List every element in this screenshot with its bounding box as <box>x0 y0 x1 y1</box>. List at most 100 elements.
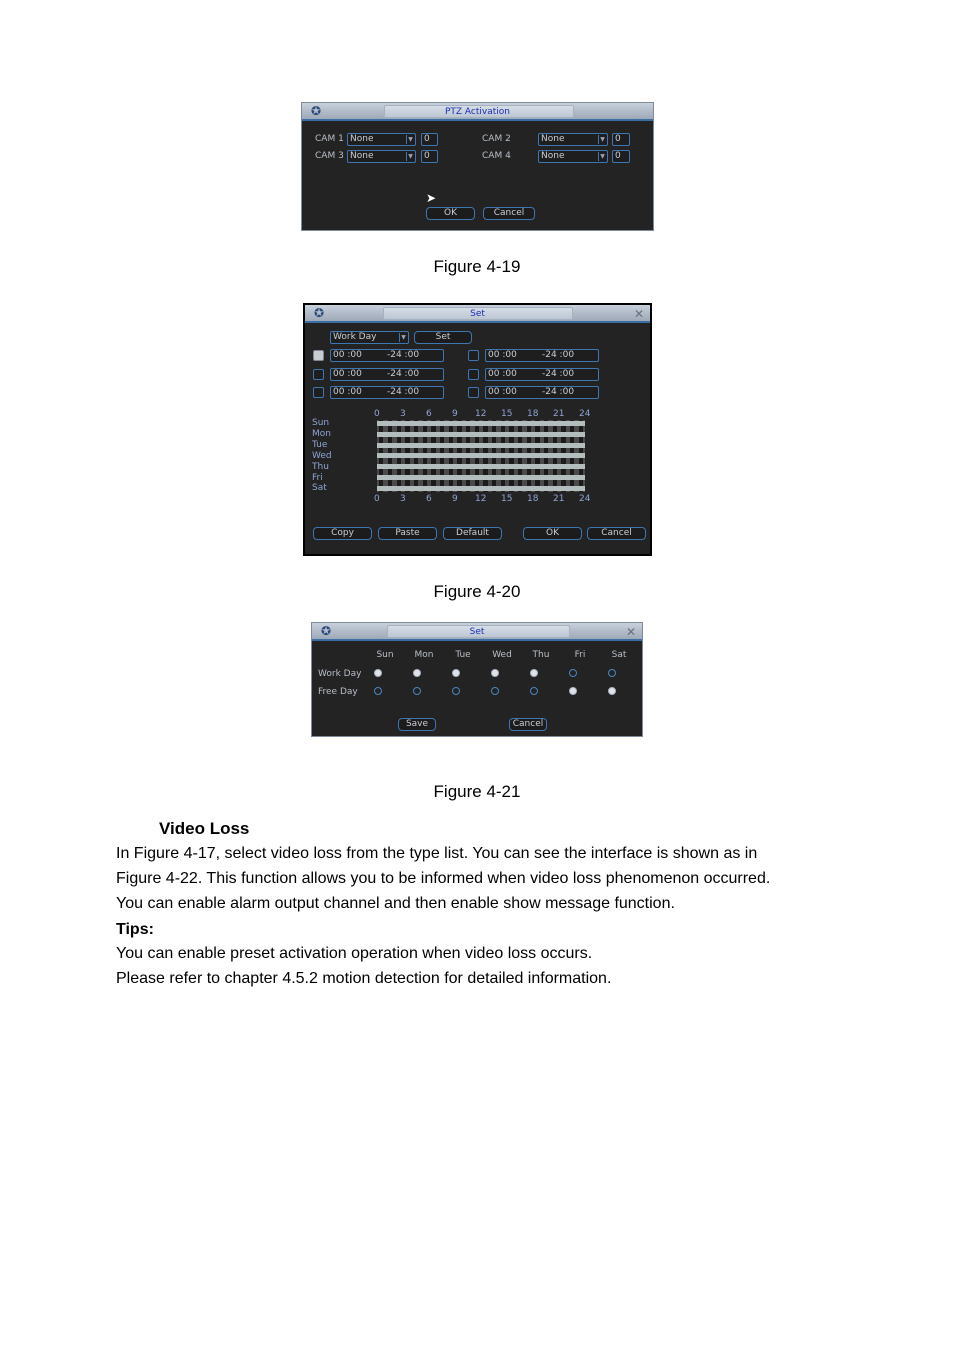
body-text: You can enable alarm output channel and … <box>116 895 675 912</box>
section-heading: Video Loss <box>159 819 250 838</box>
schedule-day-bar[interactable] <box>377 453 585 459</box>
period-time-input[interactable]: 00 :00 -24 :00 <box>330 349 444 362</box>
hour-tick-label: 12 <box>475 494 487 504</box>
day-type-radio[interactable] <box>530 669 538 677</box>
period-time-input[interactable]: 00 :00 -24 :00 <box>485 386 599 399</box>
period-end: -24 :00 <box>387 369 420 379</box>
ok-button[interactable]: OK <box>523 527 582 540</box>
hour-tick-label: 15 <box>501 494 513 504</box>
tips-text: Please refer to chapter 4.5.2 motion det… <box>116 970 612 987</box>
dialog-title: PTZ Activation <box>444 107 510 117</box>
day-type-radio[interactable] <box>413 687 421 695</box>
paste-button[interactable]: Paste <box>378 527 437 540</box>
cam-label: CAM 4 <box>482 151 511 161</box>
cancel-button[interactable]: Cancel <box>483 207 535 220</box>
period-checkbox[interactable] <box>468 387 479 398</box>
period-end: -24 :00 <box>387 387 420 397</box>
day-type-radio[interactable] <box>608 669 616 677</box>
day-type-radio[interactable] <box>491 669 499 677</box>
ok-button[interactable]: OK <box>426 207 475 220</box>
period-end: -24 :00 <box>542 369 575 379</box>
period-start: 00 :00 <box>333 350 362 360</box>
weekday-header: Wed <box>492 650 512 660</box>
weekday-header: Sat <box>611 650 627 660</box>
day-label: Sun <box>312 418 330 428</box>
period-time-input[interactable]: 00 :00 -24 :00 <box>330 368 444 381</box>
dialog-title: Set <box>469 627 485 637</box>
day-type-radio[interactable] <box>374 687 382 695</box>
period-start: 00 :00 <box>333 369 362 379</box>
day-type-radio[interactable] <box>608 687 616 695</box>
schedule-day-bar[interactable] <box>377 485 585 491</box>
hour-tick-label: 6 <box>426 494 432 504</box>
day-type-radio[interactable] <box>452 669 460 677</box>
title-bar: ✪ Set ✕ <box>305 305 650 323</box>
figure-caption: Figure 4-21 <box>433 782 521 801</box>
period-checkbox[interactable] <box>468 350 479 361</box>
day-type-radio[interactable] <box>413 669 421 677</box>
ptz-activation-dialog: ✪ PTZ Activation CAM 1 None ▼ 0 CAM 2 Non… <box>301 102 654 231</box>
cancel-button[interactable]: Cancel <box>587 527 646 540</box>
body-text: In Figure 4-17, select video loss from t… <box>116 845 758 862</box>
close-icon[interactable]: ✕ <box>626 623 636 641</box>
chevron-down-icon: ▼ <box>598 152 606 161</box>
day-label: Mon <box>312 428 331 439</box>
default-button[interactable]: Default <box>443 527 502 540</box>
tips-label: Tips: <box>116 921 154 938</box>
mouse-cursor-icon: ➤ <box>426 191 437 205</box>
cam4-value-input[interactable]: 0 <box>612 150 630 163</box>
day-type-radio[interactable] <box>491 687 499 695</box>
day-type-select[interactable]: Work Day ▼ <box>330 331 409 344</box>
save-button[interactable]: Save <box>398 718 436 731</box>
day-type-radio[interactable] <box>569 669 577 677</box>
set-button[interactable]: Set <box>414 331 472 344</box>
period-checkbox[interactable] <box>313 369 324 380</box>
schedule-day-bar[interactable] <box>377 442 585 448</box>
schedule-day-bar[interactable] <box>377 421 585 426</box>
period-time-input[interactable]: 00 :00 -24 :00 <box>485 349 599 362</box>
schedule-timeline-grid[interactable] <box>377 420 585 492</box>
day-type-radio[interactable] <box>452 687 460 695</box>
period-time-input[interactable]: 00 :00 -24 :00 <box>485 368 599 381</box>
day-label: Sat <box>312 483 327 494</box>
weekday-header: Mon <box>414 650 434 660</box>
day-type-label: Free Day <box>318 687 358 697</box>
day-type-radio[interactable] <box>569 687 577 695</box>
hour-tick-label: 24 <box>579 409 591 419</box>
close-icon[interactable]: ✕ <box>634 305 644 323</box>
period-end: -24 :00 <box>542 387 575 397</box>
hour-tick-label: 0 <box>374 409 380 419</box>
period-end: -24 :00 <box>387 350 420 360</box>
cam3-value-input[interactable]: 0 <box>421 150 438 163</box>
hour-tick-label: 15 <box>501 409 513 419</box>
schedule-day-bar[interactable] <box>377 464 585 470</box>
schedule-day-bar[interactable] <box>377 475 585 480</box>
copy-button[interactable]: Copy <box>313 527 372 540</box>
cam3-preset-select[interactable]: None ▼ <box>347 150 416 163</box>
day-label: Fri <box>312 472 323 483</box>
schedule-day-bar[interactable] <box>377 431 585 437</box>
period-checkbox[interactable] <box>313 350 324 361</box>
cam2-value-input[interactable]: 0 <box>612 133 630 146</box>
cam1-preset-select[interactable]: None ▼ <box>347 133 416 146</box>
chevron-down-icon: ▼ <box>406 135 414 144</box>
cam-label: CAM 2 <box>482 134 511 144</box>
chevron-down-icon: ▼ <box>598 135 606 144</box>
cam2-preset-select[interactable]: None ▼ <box>538 133 608 146</box>
period-checkbox[interactable] <box>468 369 479 380</box>
cancel-button[interactable]: Cancel <box>509 718 547 731</box>
day-type-radio[interactable] <box>530 687 538 695</box>
period-checkbox[interactable] <box>313 387 324 398</box>
dialog-title: Set <box>470 309 485 319</box>
period-end: -24 :00 <box>542 350 575 360</box>
weekday-header: Tue <box>455 650 471 660</box>
cam1-value-input[interactable]: 0 <box>421 133 438 146</box>
hour-tick-label: 12 <box>475 409 487 419</box>
cam4-preset-select[interactable]: None ▼ <box>538 150 608 163</box>
hour-tick-label: 18 <box>527 409 539 419</box>
title-bar: ✪ PTZ Activation <box>302 103 653 121</box>
period-start: 00 :00 <box>488 369 517 379</box>
day-type-radio[interactable] <box>374 669 382 677</box>
period-time-input[interactable]: 00 :00 -24 :00 <box>330 386 444 399</box>
hour-tick-label: 24 <box>579 494 591 504</box>
